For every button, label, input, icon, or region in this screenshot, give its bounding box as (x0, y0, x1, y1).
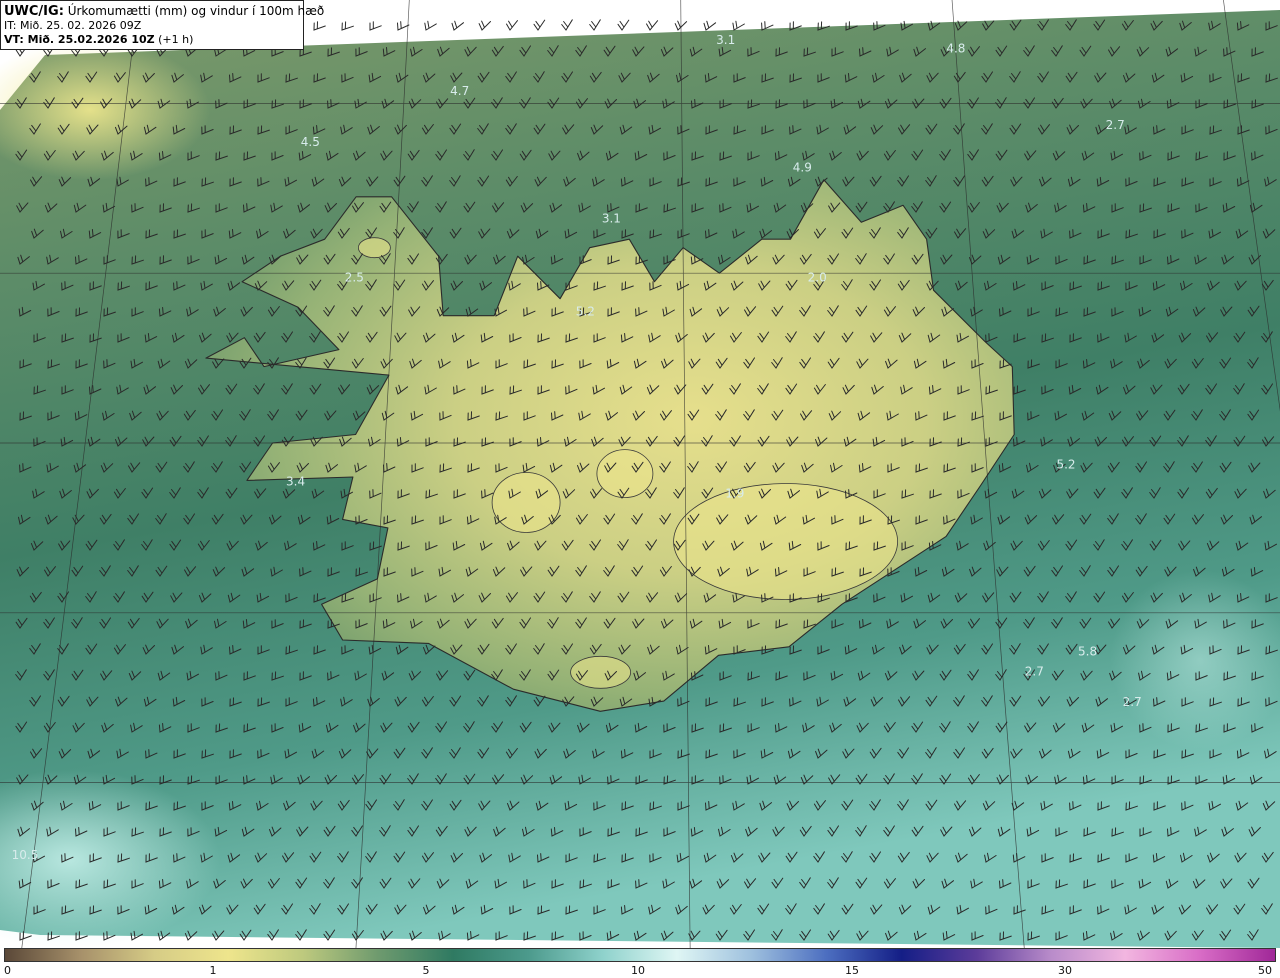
precip-value-label: 4.8 (946, 42, 965, 56)
lead-time: (+1 h) (158, 33, 194, 46)
precip-value-label: 2.0 (808, 271, 827, 285)
wind-barb (424, 20, 437, 31)
precip-value-label: 2.5 (345, 271, 364, 285)
precip-value-label: 2.7 (1025, 665, 1044, 679)
precip-value-label: 3.4 (286, 475, 305, 489)
wind-barb (506, 20, 518, 31)
wind-barb (617, 19, 630, 31)
title-box: UWC/IG: Úrkomumætti (mm) og vindur í 100… (0, 0, 324, 50)
map-area[interactable]: 3.1 4.8 4.7 2.7 4.5 4.9 3.1 2.5 2.0 5.2 3.4 5.2 1.9 5… (0, 0, 1280, 948)
precip-value-label: 3.1 (716, 33, 735, 47)
product-title: Úrkomumætti (mm) og vindur í 100m hæð (67, 4, 325, 18)
precip-value-label: 1.9 (725, 486, 744, 500)
precip-value-label: 5.2 (1056, 458, 1075, 472)
precip-value-label: 4.5 (301, 135, 320, 149)
colorbar-tick-label: 1 (209, 964, 217, 977)
glacier-hofsjokull (596, 449, 654, 499)
valid-time: VT: Mið. 25.02.2026 10Z (4, 33, 155, 46)
precip-value-label: 10.5 (12, 848, 39, 862)
colorbar-tick-label: 50 (1258, 964, 1272, 977)
map-canvas: 3.1 4.8 4.7 2.7 4.5 4.9 3.1 2.5 2.0 5.2 3.4 5.2 1.9 5… (0, 0, 1280, 948)
wind-barb (451, 20, 464, 31)
precip-value-label: 3.1 (602, 211, 621, 225)
wind-barb (646, 20, 659, 31)
wind-barb (369, 21, 382, 31)
glacier-langjokull (491, 472, 561, 533)
colorbar-tick-label: 15 (845, 964, 859, 977)
colorbar-tick-label: 0 (4, 964, 11, 977)
issue-time: IT: Mið. 25. 02. 2026 09Z (4, 19, 142, 32)
precip-value-label: 4.7 (450, 84, 469, 98)
wind-barb (313, 21, 326, 31)
glacier-vatnajokull (673, 483, 898, 600)
precip-value-label: 5.8 (1078, 644, 1097, 658)
colorbar (4, 948, 1276, 962)
wind-barb (478, 20, 491, 31)
model-name: UWC/IG: (4, 4, 64, 19)
wind-barb (561, 19, 573, 31)
title-line1: UWC/IG: Úrkomumætti (mm) og vindur í 100… (4, 4, 324, 19)
precip-value-label: 2.7 (1123, 695, 1142, 709)
precip-value-label: 4.9 (793, 160, 812, 174)
glacier-drangajokull (357, 237, 391, 259)
wind-barb (589, 19, 601, 31)
colorbar-tick-label: 30 (1058, 964, 1072, 977)
wind-barb (533, 19, 546, 31)
wind-barb (397, 21, 410, 31)
wind-barb (703, 20, 717, 31)
wind-barb (732, 20, 745, 31)
colorbar-tick-label: 10 (631, 964, 645, 977)
colorbar-tick-label: 5 (422, 964, 430, 977)
valid-time-line: VT: Mið. 25.02.2026 10Z (+1 h) (4, 33, 303, 47)
wind-barb (341, 21, 354, 31)
precip-value-label: 5.2 (576, 305, 595, 319)
precip-value-label: 2.7 (1106, 118, 1125, 132)
